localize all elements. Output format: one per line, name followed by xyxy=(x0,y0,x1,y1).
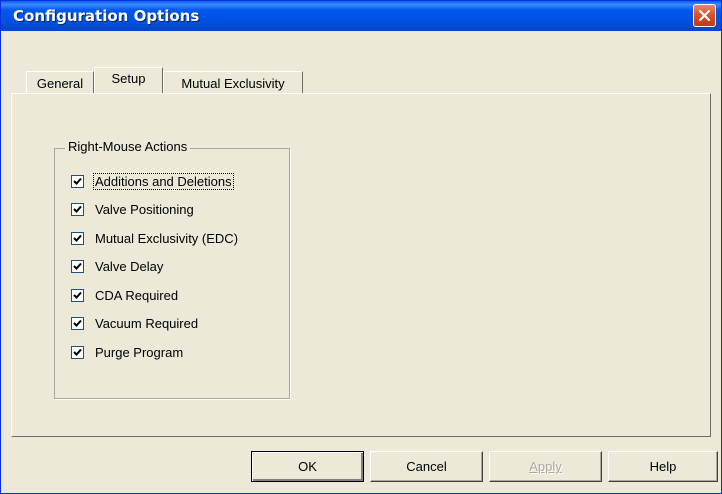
checkbox-additions-and-deletions[interactable]: Additions and Deletions xyxy=(71,172,234,190)
checkbox-box[interactable] xyxy=(71,288,84,302)
checkbox-box[interactable] xyxy=(71,174,84,188)
tab-setup[interactable]: Setup xyxy=(94,67,163,93)
tab-mutual-exclusivity[interactable]: Mutual Exclusivity xyxy=(163,71,303,93)
checkmark-icon xyxy=(73,319,82,327)
ok-button-label: OK xyxy=(298,459,317,474)
checkbox-label: Mutual Exclusivity (EDC) xyxy=(95,230,239,246)
checkbox-purge-program[interactable]: Purge Program xyxy=(71,343,184,361)
tab-setup-label: Setup xyxy=(111,71,146,86)
checkbox-label: Valve Delay xyxy=(95,258,164,274)
help-button-label: Help xyxy=(649,459,677,474)
group-legend: Right-Mouse Actions xyxy=(65,139,191,154)
checkmark-icon xyxy=(73,234,82,242)
checkbox-label: Additions and Deletions xyxy=(93,172,234,190)
checkbox-vacuum-required[interactable]: Vacuum Required xyxy=(71,314,199,332)
configuration-options-dialog: Configuration Options General Setup Mutu… xyxy=(0,0,722,494)
checkbox-valve-delay[interactable]: Valve Delay xyxy=(71,257,164,275)
cancel-button[interactable]: Cancel xyxy=(370,451,483,482)
checkbox-box[interactable] xyxy=(71,202,84,216)
checkbox-label: Vacuum Required xyxy=(95,315,199,331)
cancel-button-label: Cancel xyxy=(406,459,447,474)
checkmark-icon xyxy=(73,262,82,270)
window-title: Configuration Options xyxy=(13,7,200,25)
tab-mutual-exclusivity-label: Mutual Exclusivity xyxy=(181,76,285,91)
close-x-icon xyxy=(698,9,711,22)
checkbox-box[interactable] xyxy=(71,316,84,330)
checkmark-icon xyxy=(73,205,82,213)
checkmark-icon xyxy=(73,348,82,356)
title-bar[interactable]: Configuration Options xyxy=(1,1,721,31)
tab-general[interactable]: General xyxy=(26,71,94,93)
checkmark-icon xyxy=(73,177,82,185)
checkbox-box[interactable] xyxy=(71,231,84,245)
checkbox-valve-positioning[interactable]: Valve Positioning xyxy=(71,200,195,218)
checkbox-mutual-exclusivity-edc[interactable]: Mutual Exclusivity (EDC) xyxy=(71,229,239,247)
tab-general-label: General xyxy=(36,76,84,91)
apply-button-label: Apply xyxy=(529,459,562,474)
checkbox-label: Purge Program xyxy=(95,344,184,360)
close-button[interactable] xyxy=(693,4,716,27)
checkbox-box[interactable] xyxy=(71,259,84,273)
checkbox-label: Valve Positioning xyxy=(95,201,194,217)
checkmark-icon xyxy=(73,291,82,299)
help-button[interactable]: Help xyxy=(608,451,718,482)
checkbox-box[interactable] xyxy=(71,345,84,359)
checkbox-label: CDA Required xyxy=(95,287,179,303)
checkbox-cda-required[interactable]: CDA Required xyxy=(71,286,179,304)
ok-button[interactable]: OK xyxy=(251,451,364,482)
apply-button[interactable]: Apply xyxy=(489,451,602,482)
